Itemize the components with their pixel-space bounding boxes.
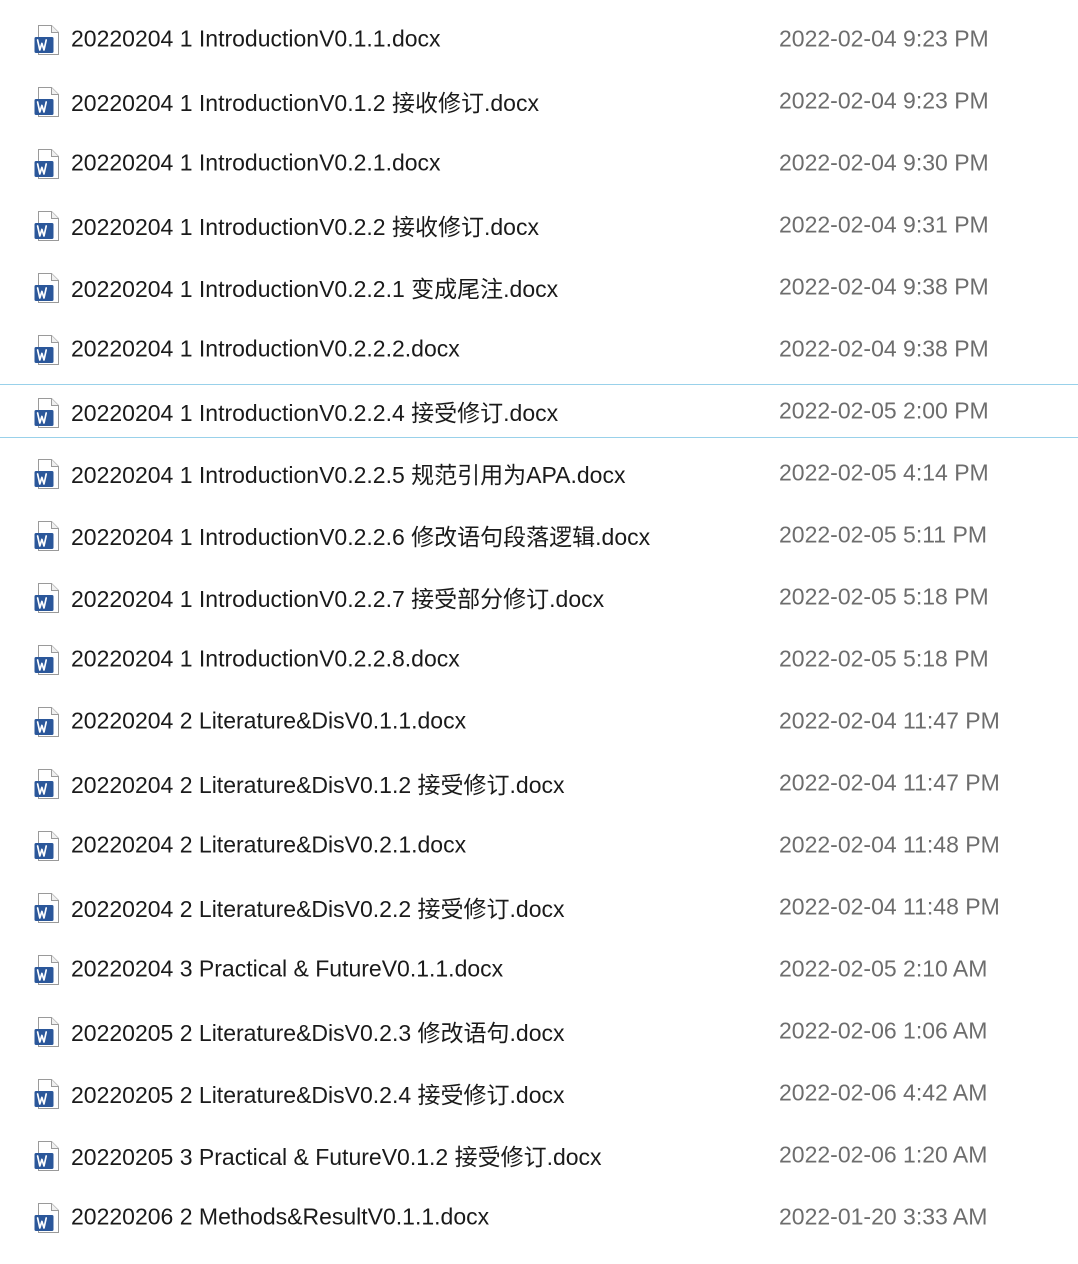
file-date-modified: 2022-02-05 4:14 PM	[779, 459, 989, 486]
file-row[interactable]: 20220205 2 Literature&DisV0.2.4 接受修订.doc…	[0, 1066, 1078, 1120]
file-row[interactable]: 20220204 1 IntroductionV0.2.2.5 规范引用为APA…	[0, 446, 1078, 500]
file-name: 20220204 1 IntroductionV0.1.2 接收修订.docx	[71, 90, 539, 116]
file-date-modified: 2022-02-06 4:42 AM	[779, 1079, 988, 1106]
word-document-icon	[34, 1017, 62, 1047]
word-document-icon	[34, 398, 62, 428]
file-date-modified: 2022-02-05 2:10 AM	[779, 955, 988, 982]
file-date-modified: 2022-02-04 9:23 PM	[779, 25, 989, 52]
file-date-modified: 2022-02-05 2:00 PM	[779, 397, 989, 424]
word-document-icon	[34, 707, 62, 737]
file-date-modified: 2022-02-04 11:48 PM	[779, 893, 1000, 920]
file-date-modified: 2022-02-06 1:20 AM	[779, 1141, 988, 1168]
word-document-icon	[34, 149, 62, 179]
word-document-icon	[34, 769, 62, 799]
file-row[interactable]: 20220204 2 Literature&DisV0.1.1.docx 202…	[0, 694, 1078, 748]
word-document-icon	[34, 25, 62, 55]
file-row[interactable]: 20220204 2 Literature&DisV0.2.1.docx 202…	[0, 818, 1078, 872]
file-row[interactable]: 20220205 2 Literature&DisV0.2.3 修改语句.doc…	[0, 1004, 1078, 1058]
word-document-icon	[34, 893, 62, 923]
word-document-icon	[34, 211, 62, 241]
file-date-modified: 2022-02-04 9:38 PM	[779, 273, 989, 300]
file-date-modified: 2022-02-04 9:23 PM	[779, 87, 989, 114]
word-document-icon	[34, 273, 62, 303]
file-row[interactable]: 20220204 1 IntroductionV0.1.2 接收修订.docx …	[0, 74, 1078, 128]
word-document-icon	[34, 1141, 62, 1171]
file-name: 20220204 1 IntroductionV0.2.2.5 规范引用为APA…	[71, 462, 626, 488]
file-row[interactable]: 20220204 1 IntroductionV0.2.2.6 修改语句段落逻辑…	[0, 508, 1078, 562]
file-name: 20220206 2 Methods&ResultV0.1.1.docx	[71, 1203, 490, 1230]
file-date-modified: 2022-02-05 5:18 PM	[779, 583, 989, 610]
file-date-modified: 2022-02-04 9:30 PM	[779, 149, 989, 176]
word-document-icon	[34, 335, 62, 365]
file-row[interactable]: 20220204 1 IntroductionV0.2.2.7 接受部分修订.d…	[0, 570, 1078, 624]
file-row[interactable]: 20220204 3 Practical & FutureV0.1.1.docx…	[0, 942, 1078, 996]
file-name: 20220204 1 IntroductionV0.2.2.1 变成尾注.doc…	[71, 276, 559, 302]
file-date-modified: 2022-02-04 9:38 PM	[779, 335, 989, 362]
file-date-modified: 2022-02-05 5:18 PM	[779, 645, 989, 672]
file-name: 20220204 2 Literature&DisV0.2.2 接受修订.doc…	[71, 896, 565, 922]
file-row[interactable]: 20220204 2 Literature&DisV0.1.2 接受修订.doc…	[0, 756, 1078, 810]
file-name: 20220204 1 IntroductionV0.2.1.docx	[71, 149, 441, 176]
file-row[interactable]: 20220204 1 IntroductionV0.2.2.2.docx 202…	[0, 322, 1078, 376]
word-document-icon	[34, 521, 62, 551]
file-row[interactable]: 20220204 1 IntroductionV0.2.2.1 变成尾注.doc…	[0, 260, 1078, 314]
file-date-modified: 2022-02-04 11:48 PM	[779, 831, 1000, 858]
word-document-icon	[34, 583, 62, 613]
file-name: 20220205 3 Practical & FutureV0.1.2 接受修订…	[71, 1144, 602, 1170]
file-row[interactable]: 20220204 1 IntroductionV0.2.2.8.docx 202…	[0, 632, 1078, 686]
file-name: 20220204 1 IntroductionV0.2.2.8.docx	[71, 645, 460, 672]
file-name: 20220204 1 IntroductionV0.2.2.4 接受修订.doc…	[71, 400, 559, 426]
word-document-icon	[34, 87, 62, 117]
file-date-modified: 2022-01-20 3:33 AM	[779, 1203, 988, 1230]
word-document-icon	[34, 459, 62, 489]
file-row[interactable]: 20220204 2 Literature&DisV0.2.2 接受修订.doc…	[0, 880, 1078, 934]
file-date-modified: 2022-02-05 5:11 PM	[779, 521, 987, 548]
file-date-modified: 2022-02-04 11:47 PM	[779, 769, 1000, 796]
file-name: 20220205 2 Literature&DisV0.2.3 修改语句.doc…	[71, 1020, 565, 1046]
file-row[interactable]: 20220204 1 IntroductionV0.1.1.docx 2022-…	[0, 12, 1078, 66]
file-name: 20220205 2 Literature&DisV0.2.4 接受修订.doc…	[71, 1082, 565, 1108]
file-name: 20220204 1 IntroductionV0.2.2.2.docx	[71, 335, 460, 362]
file-name: 20220204 2 Literature&DisV0.1.2 接受修订.doc…	[71, 772, 565, 798]
word-document-icon	[34, 1079, 62, 1109]
word-document-icon	[34, 645, 62, 675]
file-list: 20220204 1 IntroductionV0.1.1.docx 2022-…	[0, 0, 1078, 1264]
file-name: 20220204 1 IntroductionV0.2.2.6 修改语句段落逻辑…	[71, 524, 651, 550]
word-document-icon	[34, 1203, 62, 1233]
file-date-modified: 2022-02-04 11:47 PM	[779, 707, 1000, 734]
file-name: 20220204 2 Literature&DisV0.1.1.docx	[71, 707, 467, 734]
file-row[interactable]: 20220206 2 Methods&ResultV0.1.1.docx 202…	[0, 1190, 1078, 1244]
file-name: 20220204 1 IntroductionV0.2.2 接收修订.docx	[71, 214, 539, 240]
file-row[interactable]: 20220204 1 IntroductionV0.2.1.docx 2022-…	[0, 136, 1078, 190]
word-document-icon	[34, 831, 62, 861]
file-name: 20220204 3 Practical & FutureV0.1.1.docx	[71, 955, 504, 982]
file-row[interactable]: 20220204 1 IntroductionV0.2.2.4 接受修订.doc…	[0, 384, 1078, 438]
file-name: 20220204 2 Literature&DisV0.2.1.docx	[71, 831, 467, 858]
word-document-icon	[34, 955, 62, 985]
file-name: 20220204 1 IntroductionV0.1.1.docx	[71, 25, 441, 52]
file-date-modified: 2022-02-06 1:06 AM	[779, 1017, 988, 1044]
file-name: 20220204 1 IntroductionV0.2.2.7 接受部分修订.d…	[71, 586, 605, 612]
file-row[interactable]: 20220205 3 Practical & FutureV0.1.2 接受修订…	[0, 1128, 1078, 1182]
file-row[interactable]: 20220204 1 IntroductionV0.2.2 接收修订.docx …	[0, 198, 1078, 252]
file-date-modified: 2022-02-04 9:31 PM	[779, 211, 989, 238]
